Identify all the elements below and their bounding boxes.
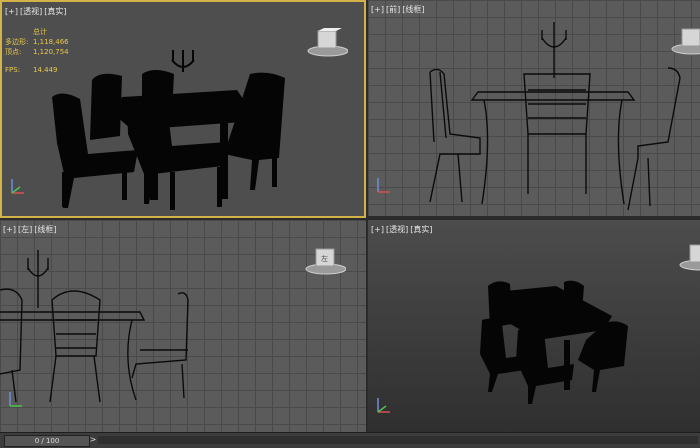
viewcube-face-label: 左 xyxy=(321,254,328,263)
viewport-perspective-top-left[interactable]: [+] [透视] [真实] 总计 多边形: 1,118,466 顶点: 1,120,75… xyxy=(0,0,366,218)
axis-tripod-icon xyxy=(8,177,28,197)
axis-tripod-icon xyxy=(374,396,394,416)
viewcube-icon[interactable] xyxy=(304,28,348,58)
timeline-track[interactable] xyxy=(98,436,698,444)
axis-tripod-icon xyxy=(6,390,26,410)
viewport-left[interactable]: [+] [左] [线框] 左 xyxy=(0,220,366,432)
dining-set-perspective-render xyxy=(480,280,628,404)
viewport-front[interactable]: [+] [前] [线框] xyxy=(368,0,700,216)
viewcube-icon[interactable] xyxy=(668,26,700,56)
viewport-perspective-bottom-right[interactable]: [+] [透视] [真实] xyxy=(368,220,700,432)
dining-set-front-wireframe xyxy=(429,22,681,211)
time-slider[interactable]: 0 / 100 xyxy=(4,435,90,447)
next-frame-button[interactable]: > xyxy=(89,435,97,445)
viewcube-icon[interactable]: 左 xyxy=(302,246,346,276)
timeline-bar: 0 / 100 > xyxy=(0,432,700,448)
viewcube-icon[interactable] xyxy=(676,242,700,272)
axis-tripod-icon xyxy=(374,176,394,196)
